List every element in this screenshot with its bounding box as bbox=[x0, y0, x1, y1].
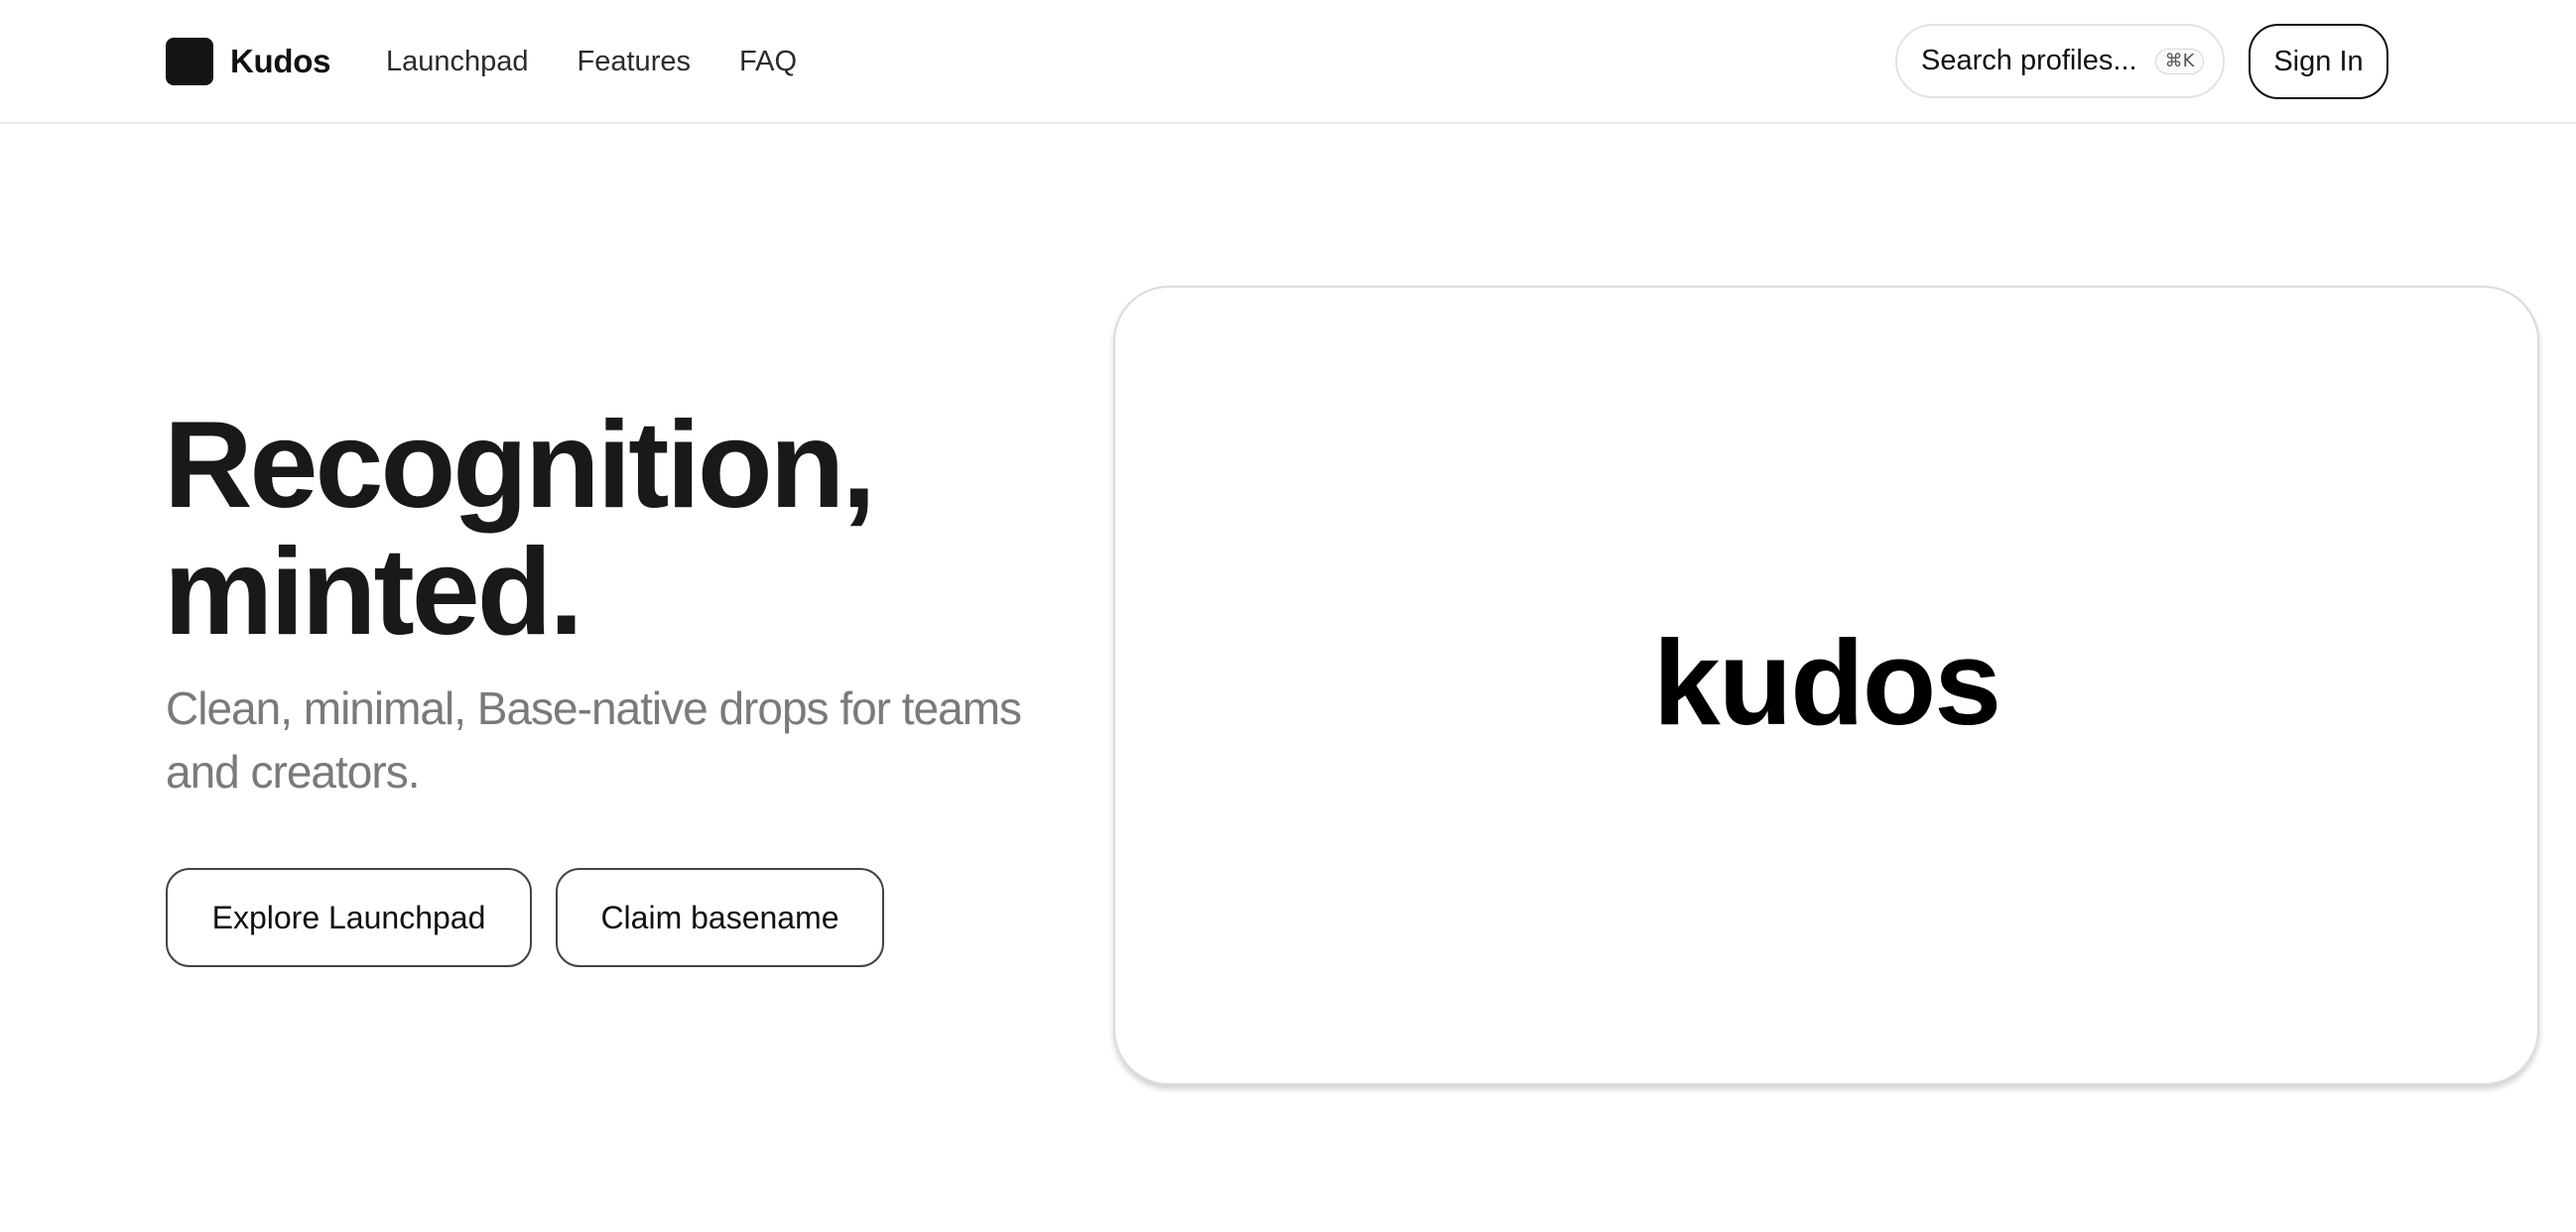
top-navigation-bar: Kudos Launchpad Features FAQ Search prof… bbox=[0, 0, 2576, 124]
hero-title: Recognition, minted. bbox=[164, 402, 1116, 656]
hero-subtitle: Clean, minimal, Base-native drops for te… bbox=[166, 682, 1022, 798]
sign-in-button[interactable]: Sign In bbox=[2249, 24, 2388, 99]
keyboard-shortcut-badge: ⌘K bbox=[2154, 48, 2205, 74]
nav-link-launchpad[interactable]: Launchpad bbox=[386, 46, 529, 78]
brand-name: Kudos bbox=[230, 43, 331, 79]
brand-logo-link[interactable]: Kudos bbox=[166, 37, 330, 86]
kudos-wordmark: kudos bbox=[1652, 615, 2001, 750]
explore-launchpad-button[interactable]: Explore Launchpad bbox=[166, 868, 532, 967]
logo-square-icon bbox=[166, 38, 213, 85]
nav-link-features[interactable]: Features bbox=[578, 46, 691, 78]
search-placeholder: Search profiles... bbox=[1921, 45, 2137, 76]
hero-title-line-1: Recognition, bbox=[164, 397, 876, 534]
claim-basename-button[interactable]: Claim basename bbox=[556, 868, 884, 967]
hero-title-line-2: minted. bbox=[164, 524, 583, 661]
nav-link-faq[interactable]: FAQ bbox=[739, 46, 797, 78]
search-profiles-button[interactable]: Search profiles... ⌘K bbox=[1895, 24, 2225, 98]
main-nav: Launchpad Features FAQ bbox=[386, 40, 797, 83]
hero-preview-card: kudos bbox=[1113, 286, 2539, 1085]
